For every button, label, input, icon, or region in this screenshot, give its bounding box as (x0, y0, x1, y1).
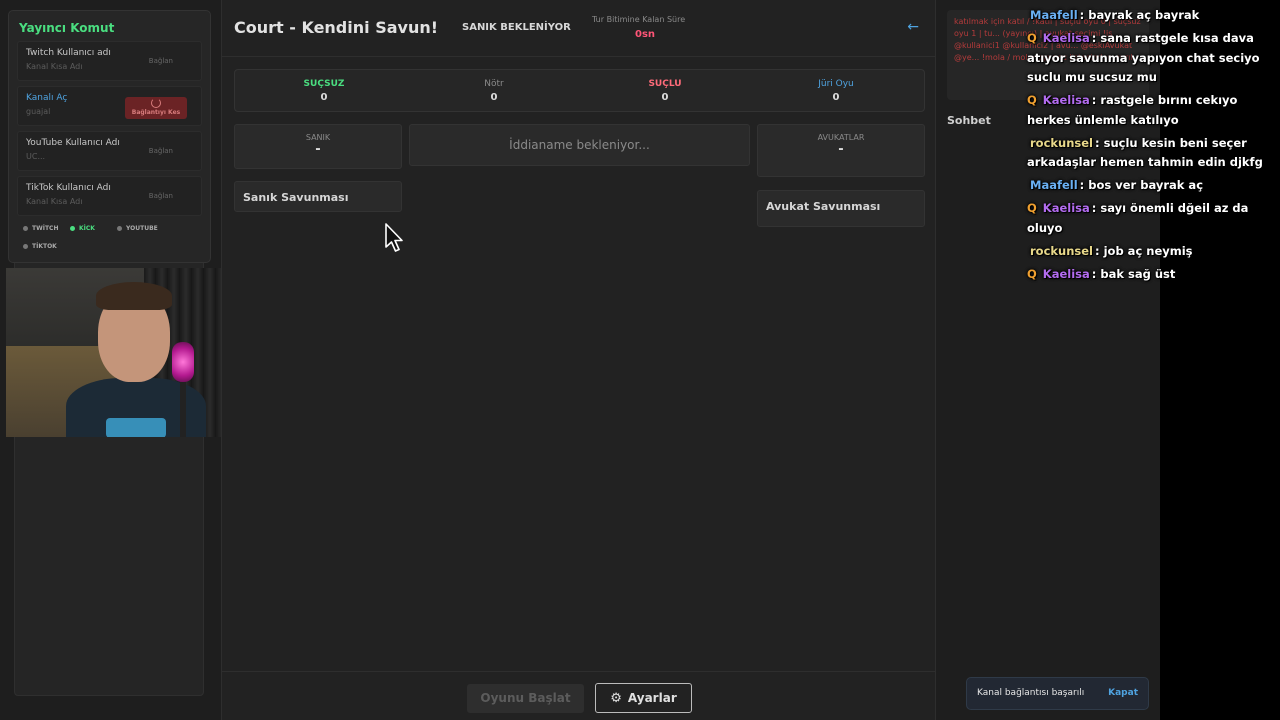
status-dot-icon (23, 243, 28, 249)
court-panel: Court - Kendini Savun! SANIK BEKLENİYOR … (221, 0, 936, 720)
tiktok-connection: TikTok Kullanıcı Adı Kanal Kısa Adı Bağl… (17, 176, 202, 216)
settings-label: Ayarlar (627, 691, 677, 705)
tiktok-status-label: TİKTOK (32, 242, 57, 250)
chat-text: : bayrak aç bayrak (1079, 8, 1200, 22)
chat-badge-icon: Q (1027, 201, 1037, 215)
lawyers-label: AVUKATLAR (817, 133, 865, 142)
chat-username: Kaelisa (1042, 31, 1090, 45)
kick-disconnect-label: Bağlantıyı Kes (131, 109, 181, 116)
platform-status-list: TWİTCH KİCK YOUTUBE TİKTOK (17, 221, 202, 253)
chat-message: Q Kaelisa: bak sağ üst (1027, 265, 1275, 285)
timer-value: 0sn (635, 29, 656, 40)
gear-icon: ⚙ (610, 691, 622, 706)
vote-guilty: SUÇLU 0 (615, 78, 715, 103)
chat-badge-icon: Q (1027, 93, 1037, 107)
chat-username: Maafell (1030, 178, 1078, 192)
chat-message: Maafell: bayrak aç bayrak (1027, 6, 1275, 26)
chat-username: Kaelisa (1042, 201, 1090, 215)
toast-message: Kanal bağlantısı başarılı (977, 688, 1085, 698)
tiktok-status: TİKTOK (17, 239, 64, 253)
vote-guilty-count: 0 (661, 92, 669, 103)
webcam-shirt-print (106, 418, 166, 437)
chat-message: Q Kaelisa: sana rastgele kısa dava atıyor… (1027, 29, 1275, 88)
tiktok-connect-button[interactable]: Bağlan (149, 192, 173, 200)
chat-message: Maafell: bos ver bayrak aç (1027, 176, 1275, 196)
vote-jury-count: 0 (832, 92, 840, 103)
settings-button[interactable]: ⚙ Ayarlar (595, 683, 692, 713)
defendant-defense-panel: Sanık Savunması (234, 181, 402, 212)
chat-username: Kaelisa (1042, 93, 1090, 107)
defendant-card: SANIK - (234, 124, 402, 169)
youtube-connect-button[interactable]: Bağlan (149, 147, 173, 155)
chat-text: : bak sağ üst (1091, 266, 1176, 281)
chat-text: : job aç neymiş (1095, 243, 1193, 258)
arrow-left-icon[interactable]: ← (907, 19, 919, 35)
loading-icon (151, 98, 161, 108)
vote-innocent-label: SUÇSUZ (303, 79, 345, 89)
defendant-value: - (315, 142, 321, 157)
chat-badge-icon: Q (1027, 266, 1037, 281)
timer-label: Tur Bitimine Kalan Süre (592, 15, 686, 24)
court-header: Court - Kendini Savun! SANIK BEKLENİYOR … (222, 0, 935, 57)
vote-bar: SUÇSUZ 0 Nötr 0 SUÇLU 0 Jüri Oyu 0 (234, 69, 925, 112)
chat-tab[interactable]: Sohbet (947, 114, 991, 127)
kick-connection: Kanalı Aç guajal Bağlantıyı Kes (17, 86, 202, 126)
streamer-panel-title: Yayıncı Komut (19, 21, 115, 35)
vote-neutral: Nötr 0 (444, 78, 544, 103)
twitch-status: TWİTCH (17, 221, 64, 235)
chat-message: Q Kaelisa: rastgele bırını cekıyo herkes … (1027, 91, 1275, 130)
chat-username: rockunsel (1030, 243, 1093, 258)
chat-username: Maafell (1030, 8, 1078, 22)
status-dot-icon (117, 225, 122, 231)
chat-username: rockunsel (1030, 135, 1093, 150)
kick-status: KİCK (64, 221, 111, 235)
lawyers-value: - (838, 142, 844, 157)
webcam-mic-stand (180, 378, 186, 437)
chat-badge-icon: Q (1027, 31, 1037, 45)
webcam-microphone (172, 342, 194, 382)
streamer-panel: Yayıncı Komut Twitch Kullanıcı adı Kanal… (8, 10, 211, 263)
chat-text: : bos ver bayrak aç (1079, 178, 1204, 192)
twitch-connect-button[interactable]: Bağlan (149, 57, 173, 65)
vote-innocent-count: 0 (320, 92, 328, 103)
chat-message: Q Kaelisa: sayı önemli dğeil az da oluyo (1027, 199, 1275, 238)
youtube-status-label: YOUTUBE (126, 224, 158, 232)
twitch-status-label: TWİTCH (32, 224, 59, 232)
youtube-connection: YouTube Kullanıcı Adı UC... Bağlan (17, 131, 202, 171)
connection-toast: Kanal bağlantısı başarılı Kapat (966, 677, 1149, 710)
start-game-button[interactable]: Oyunu Başlat (467, 684, 584, 713)
indictment-box: İddianame bekleniyor... (409, 124, 750, 166)
vote-neutral-label: Nötr (484, 79, 504, 89)
status-dot-icon (23, 225, 28, 231)
youtube-status: YOUTUBE (111, 221, 158, 235)
vote-jury: Jüri Oyu 0 (786, 78, 886, 103)
vote-jury-label: Jüri Oyu (818, 79, 854, 89)
vote-guilty-label: SUÇLU (648, 79, 682, 89)
phase-status: SANIK BEKLENİYOR (462, 22, 571, 33)
lawyer-defense-panel: Avukat Savunması (757, 190, 925, 227)
chat-overlay: Maafell: bayrak aç bayrak Q Kaelisa: sana … (1027, 6, 1275, 288)
court-footer: Oyunu Başlat ⚙ Ayarlar (222, 671, 935, 720)
kick-status-label: KİCK (79, 224, 95, 232)
lawyers-card: AVUKATLAR - (757, 124, 925, 177)
chat-message: rockunsel: job aç neymiş (1027, 242, 1275, 262)
webcam-person-hair (96, 282, 172, 310)
toast-close-button[interactable]: Kapat (1108, 678, 1138, 709)
mouse-cursor-icon (385, 223, 403, 252)
status-dot-icon (70, 225, 75, 231)
twitch-connection: Twitch Kullanıcı adı Kanal Kısa Adı Bağl… (17, 41, 202, 81)
kick-disconnect-button[interactable]: Bağlantıyı Kes (125, 97, 187, 119)
vote-neutral-count: 0 (490, 92, 498, 103)
defendant-label: SANIK (305, 133, 331, 142)
chat-username: Kaelisa (1042, 266, 1090, 281)
vote-innocent: SUÇSUZ 0 (274, 78, 374, 103)
chat-message: rockunsel: suçlu kesin beni seçer arkada… (1027, 134, 1275, 173)
page-title: Court - Kendini Savun! (234, 18, 439, 37)
